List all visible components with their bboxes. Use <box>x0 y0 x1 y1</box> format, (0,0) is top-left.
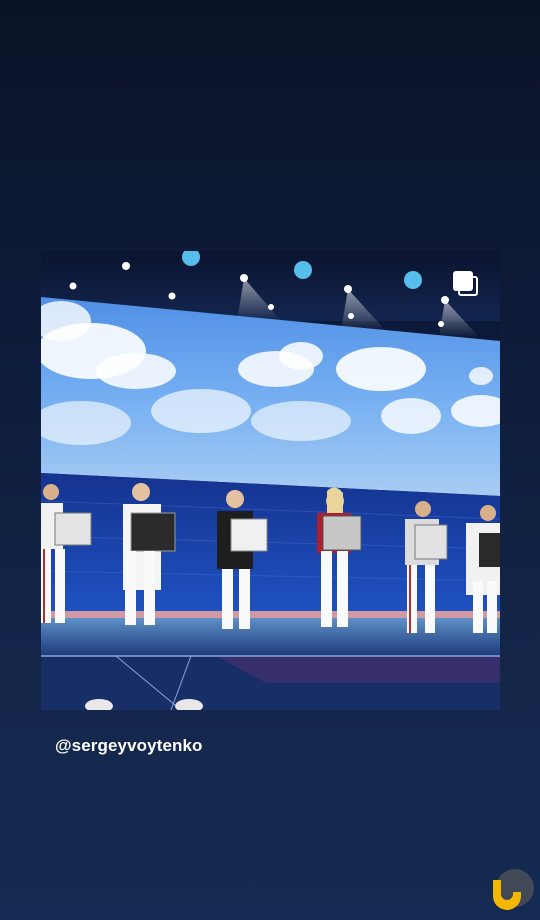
carousel-stack-icon[interactable] <box>453 271 480 298</box>
stack-front-frame <box>453 271 473 291</box>
app-badge-icon[interactable] <box>487 866 535 914</box>
post-photo <box>41 251 500 710</box>
user-mention-link[interactable]: @sergeyvoytenko <box>55 736 203 756</box>
story-post[interactable] <box>41 251 500 710</box>
